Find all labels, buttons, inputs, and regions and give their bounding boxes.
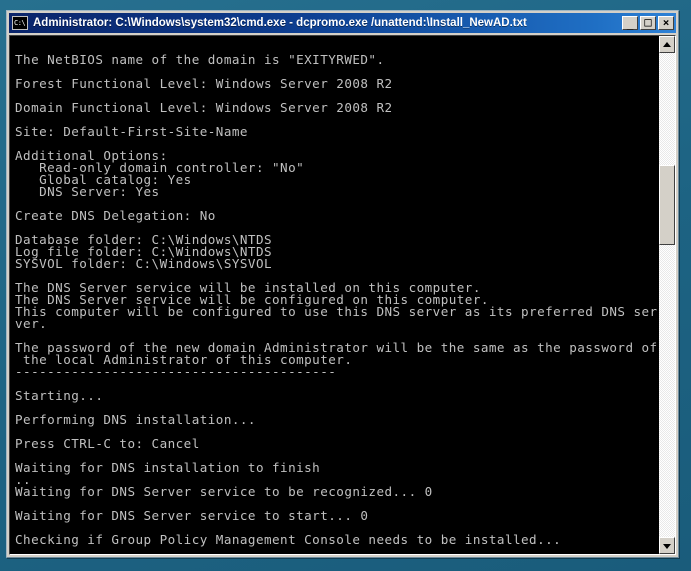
cmd-icon: C:\ <box>12 16 28 30</box>
scrollbar-thumb[interactable] <box>659 165 675 245</box>
scroll-down-button[interactable] <box>659 537 675 554</box>
chevron-down-icon <box>663 543 671 549</box>
desktop-background: C:\ Administrator: C:\Windows\system32\c… <box>0 0 691 571</box>
close-button[interactable]: × <box>658 16 674 30</box>
window-title: Administrator: C:\Windows\system32\cmd.e… <box>33 17 527 29</box>
vertical-scrollbar[interactable] <box>658 36 675 554</box>
scroll-up-button[interactable] <box>659 36 675 53</box>
maximize-button[interactable]: □ <box>640 16 656 30</box>
maximize-icon: □ <box>644 15 652 29</box>
minimize-button[interactable]: _ <box>622 16 638 30</box>
console-output-area[interactable]: The NetBIOS name of the domain is "EXITY… <box>10 36 658 554</box>
chevron-up-icon <box>663 41 671 47</box>
window-client-area: The NetBIOS name of the domain is "EXITY… <box>9 35 676 555</box>
window-titlebar[interactable]: C:\ Administrator: C:\Windows\system32\c… <box>9 13 676 33</box>
caption-button-group: _ □ × <box>622 16 674 30</box>
console-text: The NetBIOS name of the domain is "EXITY… <box>15 52 658 547</box>
command-prompt-window: C:\ Administrator: C:\Windows\system32\c… <box>6 10 679 558</box>
close-icon: × <box>662 16 670 29</box>
cmd-icon-label: C:\ <box>14 19 26 27</box>
scrollbar-track[interactable] <box>659 53 675 537</box>
minimize-icon: _ <box>626 17 634 30</box>
